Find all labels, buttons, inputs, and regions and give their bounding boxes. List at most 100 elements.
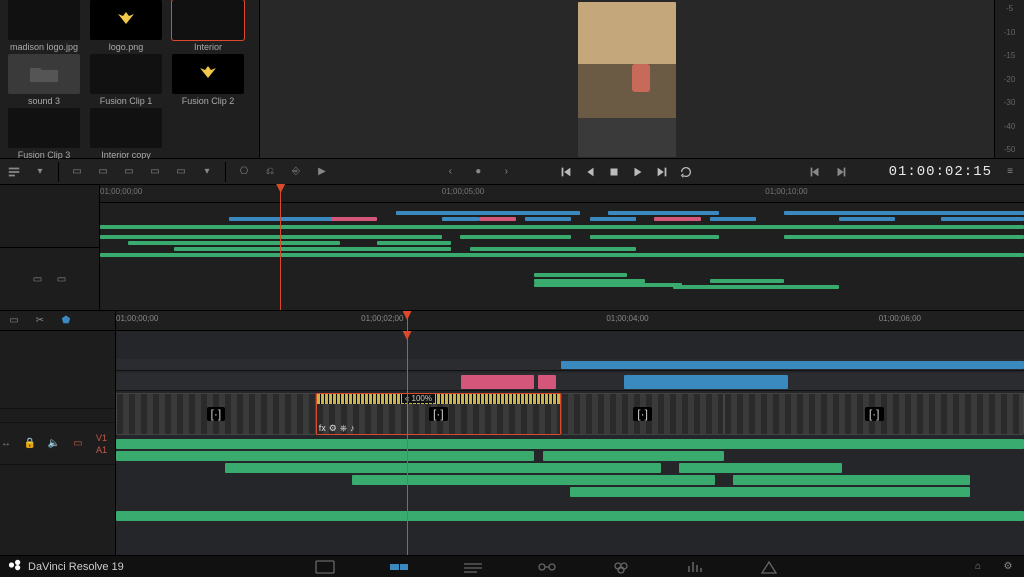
page-edit[interactable] [461,558,485,576]
insert-clip-icon[interactable]: ▭ [69,164,85,180]
media-thumbnail[interactable] [172,54,244,94]
media-pool-item[interactable]: Interior copy [86,108,166,160]
mute-icon[interactable]: 🔈 [46,436,62,452]
mini-clip[interactable] [470,247,636,251]
mini-clip[interactable] [710,279,784,283]
mini-clip[interactable] [100,235,442,239]
stabilize-icon[interactable]: ⎈ [340,423,347,434]
closeup-icon[interactable]: ▭ [147,164,163,180]
mini-clip[interactable] [590,217,636,221]
video-track-toggle-icon[interactable]: ▭ [30,271,46,287]
audio-clip[interactable] [116,511,1024,521]
video-clip[interactable]: [·] [724,393,1024,435]
record-enable-icon[interactable]: ▭ [70,436,86,452]
viewer-frame[interactable] [578,2,676,157]
mini-clip[interactable] [784,235,1024,239]
mini-timeline[interactable]: 01;00;00;0001;00;05;0001;00;10;00 [100,185,1024,310]
chevron-down-icon[interactable]: ▾ [32,164,48,180]
mark-out-icon[interactable] [833,164,849,180]
link-icon[interactable]: 🔒 [22,436,38,452]
media-thumbnail[interactable] [90,0,162,40]
media-pool-item[interactable]: sound 3 [4,54,84,106]
audio-clip[interactable] [116,439,1024,449]
mini-clip[interactable] [100,253,1024,257]
nav-prev-icon[interactable]: ‹ [442,164,458,180]
media-pool-item[interactable]: Interior [168,0,248,52]
settings-gear-icon[interactable]: ⚙ [1000,559,1016,575]
mini-clip[interactable] [839,217,894,221]
append-clip-icon[interactable]: ▭ [95,164,111,180]
timeline-canvas[interactable]: 01;00;00;0001;00;02;0001;00;04;0001;00;0… [116,311,1024,555]
video-clip[interactable]: [·] [561,393,724,435]
go-end-icon[interactable] [654,164,670,180]
media-pool-item[interactable]: Fusion Clip 1 [86,54,166,106]
timeline-view-icon[interactable]: ▭ [6,313,22,329]
tool-4-icon[interactable]: ▶ [314,164,330,180]
page-deliver[interactable] [757,558,781,576]
audio-track-toggle-icon[interactable]: ▭ [54,271,70,287]
page-color[interactable] [609,558,633,576]
media-thumbnail[interactable] [8,108,80,148]
media-thumbnail[interactable] [90,54,162,94]
audio-clip[interactable] [570,487,970,497]
tool-2-icon[interactable]: ⎌ [262,164,278,180]
mini-clip[interactable] [396,211,581,215]
speed-icon[interactable]: ♪ [350,423,355,434]
mini-clip[interactable] [377,241,451,245]
timeline-clip[interactable] [561,361,1024,369]
media-pool-item[interactable]: logo.png [86,0,166,52]
ripple-overwrite-icon[interactable]: ▭ [121,164,137,180]
shield-marker-icon[interactable]: ⬟ [58,313,74,329]
mini-clip[interactable] [534,283,682,287]
nav-next-icon[interactable]: › [498,164,514,180]
audio-clip[interactable] [679,463,842,473]
audio-clip[interactable] [225,463,661,473]
go-start-icon[interactable] [558,164,574,180]
mini-clip[interactable] [654,217,700,221]
media-thumbnail[interactable] [90,108,162,148]
page-media[interactable] [313,558,337,576]
mark-in-icon[interactable] [807,164,823,180]
viewer-timecode[interactable]: 01:00:02:15 [889,164,992,180]
mini-clip[interactable] [442,217,479,221]
mini-clip[interactable] [525,217,571,221]
audio-clip[interactable] [543,451,725,461]
tool-3-icon[interactable]: ⎆ [288,164,304,180]
media-pool-item[interactable]: madison logo.jpg [4,0,84,52]
mini-clip[interactable] [460,235,571,239]
mini-clip[interactable] [331,217,377,221]
mini-clip[interactable] [710,217,756,221]
video-clip[interactable]: [·] [116,393,316,435]
mini-clip[interactable] [673,285,839,289]
page-fusion[interactable] [535,558,559,576]
timeline-clip[interactable] [461,375,534,389]
mini-clip[interactable] [128,241,341,245]
media-thumbnail[interactable] [172,0,244,40]
playhead[interactable] [407,311,408,331]
media-pool-item[interactable]: Fusion Clip 3 [4,108,84,160]
timeline-track[interactable] [116,373,1024,391]
loop-icon[interactable] [678,164,694,180]
media-thumbnail[interactable] [8,54,80,94]
playhead[interactable] [407,331,408,555]
video-clip[interactable]: [·]« 100%fx⚙⎈♪ [316,393,561,435]
toolbar-dropdown-icon[interactable] [6,164,22,180]
track-label-v1[interactable]: V1 [96,433,107,443]
mini-playhead[interactable] [280,185,281,310]
track-label-a1[interactable]: A1 [96,445,107,455]
audio-clip[interactable] [116,451,534,461]
tool-1-icon[interactable]: ⎔ [236,164,252,180]
page-cut[interactable] [387,558,411,576]
mini-timeline-ruler[interactable]: 01;00;00;0001;00;05;0001;00;10;00 [100,185,1024,203]
menu-icon[interactable]: ≡ [1002,164,1018,180]
mini-clip[interactable] [479,217,516,221]
media-pool-item[interactable]: Fusion Clip 2 [168,54,248,106]
scissors-icon[interactable]: ✂ [32,313,48,329]
record-icon[interactable]: ● [470,164,486,180]
fx-icon[interactable]: fx [319,423,326,434]
step-back-icon[interactable] [582,164,598,180]
mini-clip[interactable] [784,211,1024,215]
mini-clip[interactable] [174,247,451,251]
mini-clip[interactable] [590,235,719,239]
mini-clip[interactable] [534,273,626,277]
